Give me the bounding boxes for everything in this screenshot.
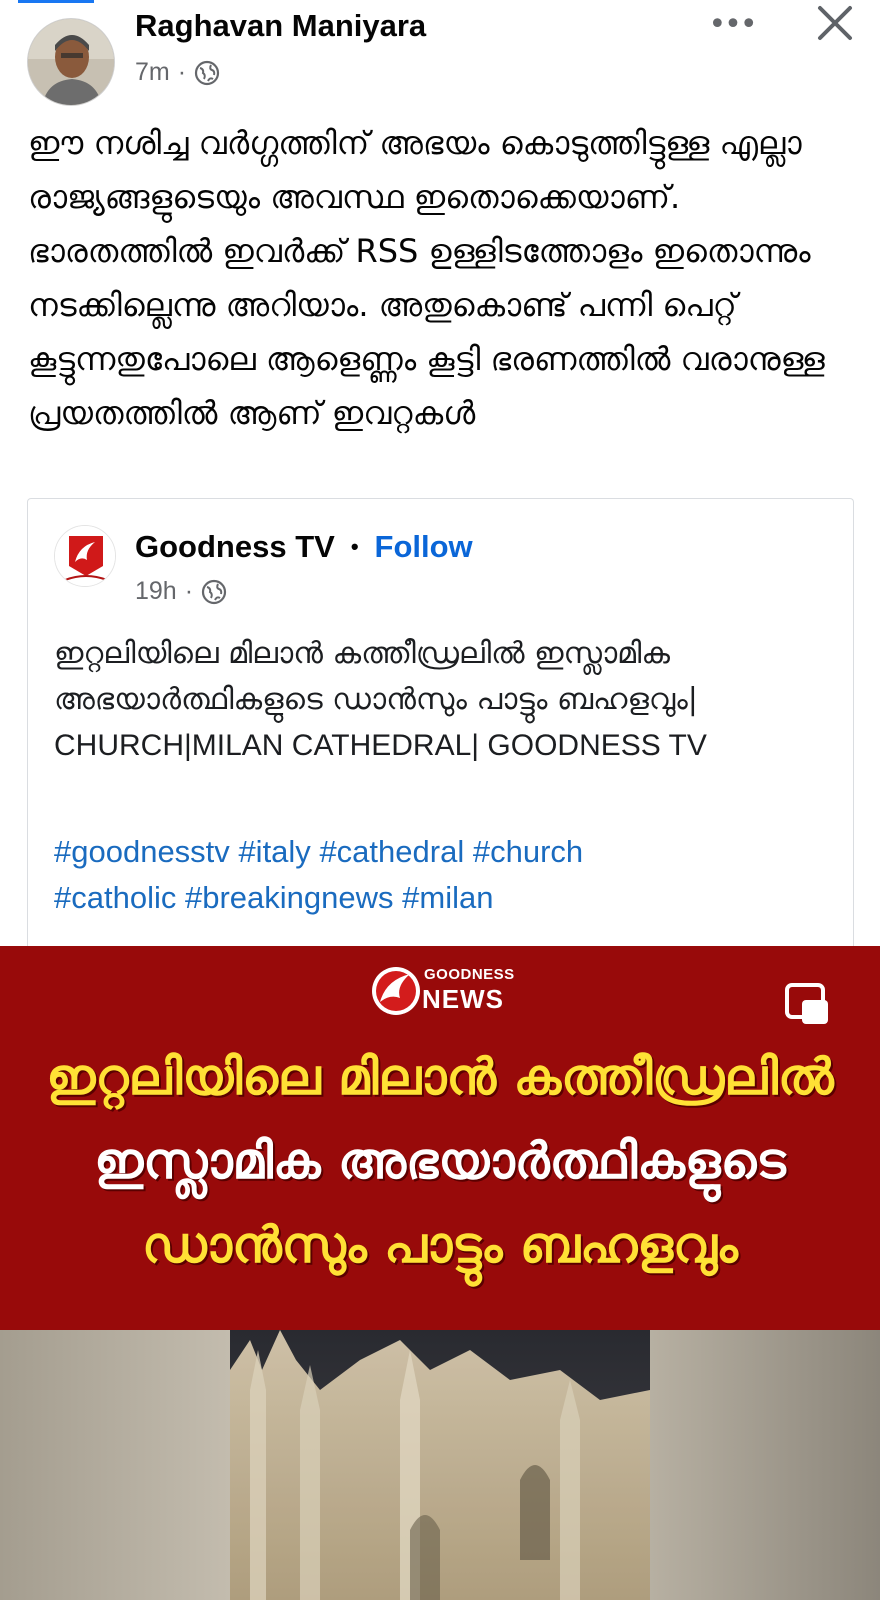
shared-post-text: ഇറ്റലിയിലെ മിലാൻ കത്തീഡ്രലിൽ ഇസ്ലാമിക അഭ…	[54, 631, 834, 769]
post-time[interactable]: 7m	[135, 58, 170, 87]
shared-time[interactable]: 19h	[135, 577, 177, 606]
close-icon[interactable]	[808, 0, 862, 50]
shared-meta-separator: ·	[184, 577, 194, 605]
more-options-icon[interactable]: •••	[705, 4, 759, 44]
logo-line2: NEWS	[422, 984, 504, 1014]
page-name[interactable]: Goodness TV	[135, 529, 335, 565]
headline-line-1: ഇറ്റലിയിലെ മിലാൻ കത്തീഡ്രലിൽ	[46, 1048, 834, 1106]
author-name[interactable]: Raghavan Maniyara	[135, 8, 426, 44]
video-thumbnail[interactable]	[0, 1330, 880, 1600]
post-text: ഈ നശിച്ച വർഗ്ഗത്തിന് അഭയം കൊടുത്തിട്ടുള്…	[28, 124, 825, 432]
hashtag[interactable]: #milan	[402, 880, 493, 915]
avatar[interactable]	[27, 18, 115, 106]
globe-icon	[194, 60, 220, 86]
post-header: Raghavan Maniyara 7m · •••	[0, 0, 880, 110]
video-banner[interactable]: GOODNESS NEWS ഇറ്റലിയിലെ മിലാൻ കത്തീഡ്രല…	[0, 946, 880, 1330]
hashtag[interactable]: #church	[473, 834, 583, 869]
follow-button[interactable]: Follow	[375, 529, 473, 565]
shared-post-card[interactable]: Goodness TV • Follow 19h · ഇറ്റലിയിലെ മി…	[27, 498, 854, 946]
shared-text-malayalam: ഇറ്റലിയിലെ മിലാൻ കത്തീഡ്രലിൽ ഇസ്ലാമിക അഭ…	[54, 636, 698, 717]
page-name-row: Goodness TV • Follow	[135, 529, 473, 565]
hashtag[interactable]: #italy	[238, 834, 310, 869]
globe-icon	[201, 579, 227, 605]
hashtag-list: #goodnesstv #italy #cathedral #church #c…	[54, 829, 834, 921]
hashtag[interactable]: #catholic	[54, 880, 176, 915]
goodness-news-logo: GOODNESS NEWS	[370, 962, 514, 1024]
name-separator: •	[350, 534, 359, 559]
picture-in-picture-icon[interactable]	[784, 982, 830, 1026]
page-logo[interactable]	[54, 525, 116, 587]
shared-meta: 19h ·	[135, 577, 227, 606]
headline-line-3: ഡാൻസും പാട്ടും ബഹളവും	[142, 1216, 738, 1274]
shared-text-caps: CHURCH|MILAN CATHEDRAL| GOODNESS TV	[54, 729, 707, 762]
post-meta: 7m ·	[135, 58, 220, 87]
headline-line-2: ഇസ്ലാമിക അഭയാർത്ഥികളുടെ	[94, 1132, 786, 1190]
meta-separator: ·	[177, 58, 187, 86]
hashtag[interactable]: #cathedral	[319, 834, 464, 869]
hashtag[interactable]: #goodnesstv	[54, 834, 230, 869]
logo-line1: GOODNESS	[424, 966, 515, 983]
hashtag[interactable]: #breakingnews	[185, 880, 394, 915]
